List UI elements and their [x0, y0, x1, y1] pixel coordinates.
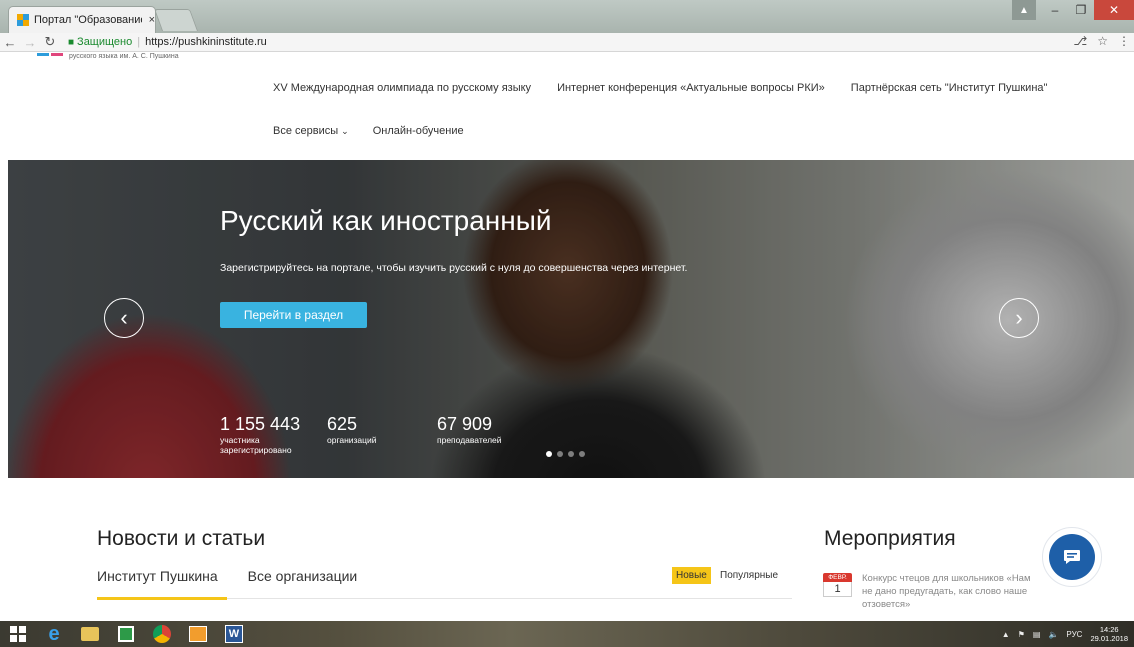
outlook-icon[interactable]	[180, 621, 216, 647]
stat-participants-value: 1 155 443	[220, 414, 301, 434]
slider-prev-icon[interactable]: ‹	[104, 298, 144, 338]
security-label[interactable]: Защищено	[77, 36, 132, 48]
slider-dot[interactable]	[568, 451, 574, 457]
stat-teachers-value: 67 909	[437, 414, 493, 434]
slider-dot[interactable]	[557, 451, 563, 457]
slider-next-icon[interactable]: ›	[999, 298, 1039, 338]
forward-icon[interactable]: →	[20, 35, 40, 50]
store-icon[interactable]	[108, 621, 144, 647]
filter-popular-button[interactable]: Популярные	[716, 567, 782, 584]
internet-explorer-icon[interactable]: e	[36, 621, 72, 647]
hero-subtitle: Зарегистрируйтесь на портале, чтобы изуч…	[220, 262, 688, 274]
url-separator: |	[137, 36, 141, 48]
language-indicator[interactable]: РУС	[1066, 630, 1082, 639]
filter-new-button[interactable]: Новые	[672, 567, 711, 584]
stat-organizations: 625 организаций	[327, 413, 377, 445]
news-tabs: Институт Пушкина Все организации	[97, 568, 357, 584]
windows-taskbar: e W ▲ ⚑ ▤ 🔈 РУС 14:26 29.01.2018	[0, 621, 1134, 647]
nav-all-services[interactable]: Все сервисы ⌄	[273, 125, 349, 137]
site-logo[interactable]: русского языка им. А. С. Пушкина	[37, 52, 179, 60]
browser-toolbar: ← → ↻ ■ Защищено | https://pushkininstit…	[0, 33, 1134, 52]
flag-icon[interactable]: ⚑	[1018, 630, 1025, 639]
chevron-down-icon: ⌄	[341, 126, 349, 136]
more-vert-icon[interactable]: ⋮	[1118, 34, 1130, 48]
stat-participants: 1 155 443 участника зарегистрировано	[220, 413, 300, 455]
nav-link-conference[interactable]: Интернет конференция «Актуальные вопросы…	[557, 82, 825, 94]
hero-slider: Русский как иностранный Зарегистрируйтес…	[8, 160, 1134, 478]
tab-pushkin-institute[interactable]: Институт Пушкина	[97, 568, 218, 584]
tab-all-organizations[interactable]: Все организации	[248, 568, 358, 584]
chrome-icon[interactable]	[144, 621, 180, 647]
tab-title: Портал "Образование н	[34, 14, 142, 26]
tab-close-icon[interactable]: ×	[149, 14, 155, 26]
event-date-badge: ФЕВР. 1	[823, 573, 852, 597]
browser-tab[interactable]: Портал "Образование н ×	[8, 6, 156, 33]
clock-time: 14:26	[1099, 625, 1119, 634]
stat-teachers: 67 909 преподавателей	[437, 413, 502, 445]
news-section-title: Новости и статьи	[97, 527, 266, 550]
start-button[interactable]	[0, 621, 36, 647]
event-month: ФЕВР.	[823, 573, 852, 582]
minimize-icon[interactable]: –	[1042, 0, 1068, 20]
tray-up-arrow-icon[interactable]: ▲	[1002, 630, 1010, 639]
star-icon[interactable]: ☆	[1097, 34, 1108, 48]
clock[interactable]: 14:26 29.01.2018	[1090, 625, 1128, 643]
file-explorer-icon[interactable]	[72, 621, 108, 647]
browser-tab-bar: Портал "Образование н × ▲ – ❐ ✕	[0, 0, 1134, 33]
main-nav-primary: XV Международная олимпиада по русскому я…	[273, 82, 1047, 94]
slider-dot[interactable]	[579, 451, 585, 457]
site-favicon-icon	[17, 14, 29, 26]
system-tray: ▲ ⚑ ▤ 🔈 РУС 14:26 29.01.2018	[1002, 621, 1128, 647]
lock-icon: ■	[68, 36, 75, 48]
events-section-title: Мероприятия	[824, 527, 956, 550]
network-icon[interactable]: ▤	[1033, 630, 1041, 639]
event-day: 1	[823, 582, 852, 597]
nav-link-partner-network[interactable]: Партнёрская сеть "Институт Пушкина"	[851, 82, 1048, 94]
event-link[interactable]: Конкурс чтецов для школьников «Нам не да…	[862, 572, 1042, 611]
stat-participants-label: участника	[220, 435, 260, 445]
address-bar[interactable]: https://pushkininstitute.ru	[145, 36, 267, 48]
close-window-icon[interactable]: ✕	[1094, 0, 1134, 20]
nav-all-services-label: Все сервисы	[273, 125, 339, 137]
active-tab-indicator	[97, 597, 227, 600]
stat-organizations-value: 625	[327, 414, 358, 434]
profile-icon[interactable]: ▲	[1012, 0, 1036, 20]
chat-icon	[1049, 534, 1095, 580]
word-icon[interactable]: W	[216, 621, 252, 647]
hero-overlay	[8, 160, 1134, 478]
slider-dots	[546, 451, 585, 457]
logo-bars-icon	[37, 52, 63, 56]
chat-widget-button[interactable]	[1042, 527, 1102, 587]
key-icon[interactable]: ⎇	[1073, 34, 1087, 48]
nav-online-learning[interactable]: Онлайн-обучение	[373, 125, 464, 137]
go-to-section-button[interactable]: Перейти в раздел	[220, 302, 367, 328]
logo-subtitle: русского языка им. А. С. Пушкина	[69, 53, 179, 60]
hero-title: Русский как иностранный	[220, 205, 552, 236]
nav-link-olympiad[interactable]: XV Международная олимпиада по русскому я…	[273, 82, 531, 94]
stat-teachers-label: преподавателей	[437, 435, 502, 445]
back-icon[interactable]: ←	[0, 35, 20, 50]
stat-organizations-label: организаций	[327, 435, 377, 445]
clock-date: 29.01.2018	[1090, 634, 1128, 643]
reload-icon[interactable]: ↻	[40, 34, 60, 50]
stat-participants-label2: зарегистрировано	[220, 445, 292, 455]
window-controls: ▲ – ❐ ✕	[1012, 0, 1134, 20]
new-tab-button[interactable]	[153, 9, 199, 31]
main-nav-secondary: Все сервисы ⌄ Онлайн-обучение	[273, 125, 464, 137]
volume-icon[interactable]: 🔈	[1048, 630, 1058, 639]
slider-dot[interactable]	[546, 451, 552, 457]
maximize-icon[interactable]: ❐	[1068, 0, 1094, 20]
